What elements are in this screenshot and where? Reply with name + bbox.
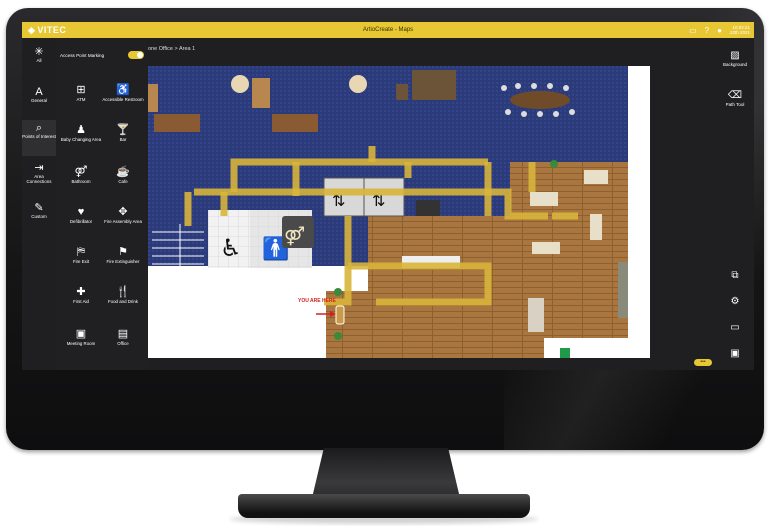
breadcrumb-separator: >: [174, 46, 178, 52]
you-are-here-label: YOU ARE HERE: [298, 298, 337, 304]
baby-changing-icon: ♟: [76, 124, 86, 136]
settings-button[interactable]: ⚙: [716, 296, 754, 308]
access-point-marking-toggle[interactable]: [128, 51, 144, 59]
poi-office[interactable]: ▤ Office: [102, 328, 144, 346]
save-icon: ▣: [730, 348, 740, 359]
poi-fire-assembly-area[interactable]: ✥ Fire Assembly Area: [102, 206, 144, 224]
plant-icon: [334, 288, 342, 296]
top-bar: ◈ VITEC ArtioCreate - Maps ▭ ? ● 10:02:21…: [22, 22, 754, 38]
clock: 10:02:21 22th 2021: [729, 25, 750, 35]
breadcrumb-parent[interactable]: one Office: [148, 46, 173, 52]
tools-rail: ▨ Background ⌫ Path Tool ⧉ ⚙ ▭ ▣: [716, 38, 754, 370]
cutlery-icon: 🍴: [116, 286, 130, 298]
asterisk-icon: ✳: [34, 46, 44, 58]
poi-first-aid[interactable]: ✚ First Aid: [60, 286, 102, 304]
magnifier-icon: ⌕: [35, 122, 43, 134]
fire-extinguisher-icon: ⚑: [118, 246, 128, 258]
rail-item-custom[interactable]: ✎ Custom: [22, 202, 56, 219]
poi-cafe[interactable]: ☕ Cafe: [102, 166, 144, 184]
rail-item-general[interactable]: A General: [22, 86, 56, 103]
folder-icon: ▭: [730, 322, 740, 333]
meeting-room-icon: ▣: [75, 328, 87, 340]
app-screen: ◈ VITEC ArtioCreate - Maps ▭ ? ● 10:02:21…: [22, 22, 754, 370]
poi-atm[interactable]: ⊞ ATM: [60, 84, 102, 102]
first-aid-icon: ✚: [76, 286, 86, 298]
exit-arrow-icon: ⇥: [34, 162, 44, 174]
rail-item-points-of-interest[interactable]: ⌕ Points of Interest: [22, 120, 56, 156]
breadcrumb-current: Area 1: [178, 46, 196, 52]
monitor-scene: ◈ VITEC ArtioCreate - Maps ▭ ? ● 10:02:21…: [0, 0, 768, 526]
breadcrumb: one Office > Area 1: [148, 46, 195, 52]
poi-bar[interactable]: 🍸 Bar: [102, 124, 144, 142]
more-options-button[interactable]: •••: [694, 359, 712, 366]
poi-fire-exit[interactable]: ⛿ Fire Exit: [60, 246, 102, 264]
poi-food-and-drink[interactable]: 🍴 Food and Drink: [102, 286, 144, 304]
pencil-icon: ✎: [34, 202, 44, 214]
gear-icon: ⚙: [730, 296, 740, 307]
office-icon: ▤: [117, 328, 129, 340]
cocktail-icon: 🍸: [116, 124, 130, 136]
poi-baby-changing-area[interactable]: ♟ Baby Changing Area: [60, 124, 102, 142]
assembly-area-icon: ✥: [118, 206, 128, 218]
monitor-stand-base: [238, 494, 530, 518]
rail-item-area-connections[interactable]: ⇥ Area Connections: [22, 162, 56, 184]
exit-sign-icon: [560, 348, 570, 358]
access-point-marking-label: Access Point Marking: [60, 52, 105, 58]
category-rail: ✳ All A General ⌕ Points of Interest ⇥ A…: [22, 38, 56, 370]
wood-floor-center: [368, 216, 544, 358]
save-button[interactable]: ▣: [716, 348, 754, 360]
background-button[interactable]: ▨ Background: [716, 50, 754, 67]
layers-icon: ⧉: [731, 270, 739, 281]
svg-text:⚤: ⚤: [284, 226, 305, 247]
open-folder-button[interactable]: ▭: [716, 322, 754, 334]
letter-a-icon: A: [35, 86, 43, 98]
coffee-cup-icon: ☕: [116, 166, 130, 178]
rail-item-all[interactable]: ✳ All: [22, 46, 56, 63]
defibrillator-icon: ♥: [77, 206, 85, 218]
monitor-stand-neck: [312, 448, 460, 498]
help-icon[interactable]: ?: [705, 26, 709, 35]
app-title: ArtioCreate - Maps: [362, 27, 414, 33]
poi-meeting-room[interactable]: ▣ Meeting Room: [60, 328, 102, 346]
poi-fire-extinguisher[interactable]: ⚑ Fire Extinguisher: [102, 246, 144, 264]
poi-bathroom[interactable]: ⚤ Bathroom: [60, 166, 102, 184]
fire-exit-icon: ⛿: [77, 246, 85, 258]
atm-icon: ⊞: [76, 84, 86, 96]
image-icon: ▨: [730, 50, 740, 61]
poi-panel: Access Point Marking ⊞ ATM ♿ Accessible Re…: [56, 38, 148, 370]
poi-accessible-restroom[interactable]: ♿ Accessible Restroom: [102, 84, 144, 102]
floor-plan-canvas[interactable]: ♿ 🚹 ⚤ ⇅ ⇅ YOU ARE HERE: [148, 66, 650, 358]
wheelchair-sign-icon: ♿: [220, 234, 242, 262]
kiosk-marker[interactable]: [335, 305, 345, 325]
layers-button[interactable]: ⧉: [716, 270, 754, 282]
eraser-icon: ⌫: [727, 90, 743, 101]
restroom-icon: ⚤: [74, 166, 88, 178]
user-icon[interactable]: ●: [717, 26, 722, 35]
path-tool-button[interactable]: ⌫ Path Tool: [716, 90, 754, 107]
keyboard-icon[interactable]: ▭: [689, 26, 697, 35]
bathroom-sign: ⚤: [282, 216, 314, 248]
wheelchair-icon: ♿: [116, 84, 130, 96]
poi-defibrillator[interactable]: ♥ Defibrillator: [60, 206, 102, 224]
